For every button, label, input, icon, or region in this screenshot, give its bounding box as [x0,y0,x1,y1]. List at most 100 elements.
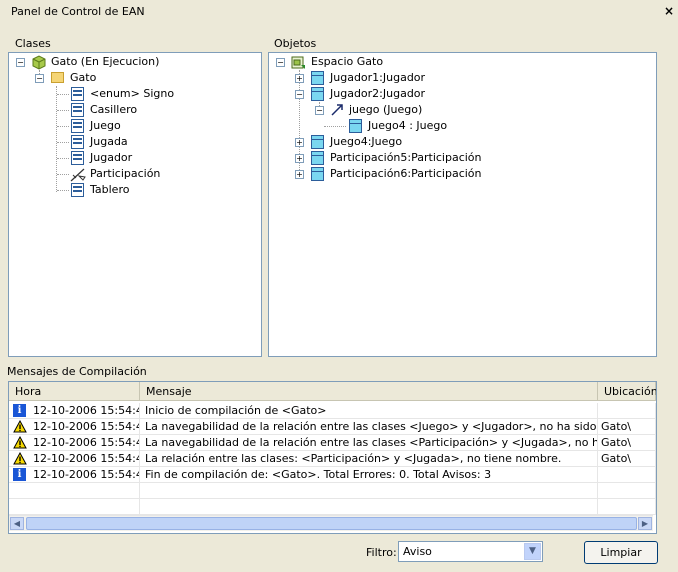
collapse-icon[interactable]: − [315,106,324,115]
tree-node-label: Jugada [90,135,128,148]
object-icon [349,119,362,133]
filtro-select[interactable]: Aviso ▼ [398,541,543,562]
expand-icon[interactable]: + [295,138,304,147]
package-icon [31,55,46,70]
tree-node-object[interactable]: + Jugador1:Jugador [269,70,654,86]
class-icon [71,87,84,101]
tree-node-label: Participación [90,167,161,180]
collapse-icon[interactable]: − [35,74,44,83]
tree-node-label: Jugador2:Jugador [330,87,426,100]
tree-node-label: Jugador [90,151,133,164]
warning-icon [13,435,27,449]
tree-node-class[interactable]: <enum> Signo [9,86,259,102]
tree-node-link[interactable]: − juego (Juego) [269,102,654,118]
info-icon: i [13,468,26,481]
hora-cell: 12-10-2006 15:54:46 [33,468,140,481]
warning-icon [13,419,27,433]
object-icon [311,135,324,149]
chevron-down-icon[interactable]: ▼ [524,543,541,560]
space-icon [291,55,305,69]
tree-node-class[interactable]: Casillero [9,102,259,118]
class-icon [71,151,84,165]
info-icon: i [13,404,26,417]
class-icon [71,119,84,133]
objetos-tree[interactable]: − Espacio Gato + Jugador1:Jugador − Juga… [268,52,657,357]
horizontal-scrollbar[interactable]: ◀ ▶ [9,515,653,531]
column-header-hora[interactable]: Hora [9,382,140,401]
column-header-mensaje[interactable]: Mensaje [140,382,598,401]
warning-icon [13,451,27,465]
filtro-value: Aviso [403,545,432,558]
collapse-icon[interactable]: − [295,90,304,99]
tree-node-object[interactable]: + Participación6:Participación [269,166,654,182]
window-title: Panel de Control de EAN [11,5,145,18]
tree-node-label: Juego4:Juego [330,135,403,148]
ubicacion-cell: Gato\ [598,451,656,467]
table-row-empty [9,499,656,515]
tree-node-class[interactable]: Jugador [9,150,259,166]
close-icon[interactable]: × [664,4,674,18]
tree-node-root[interactable]: − Gato (En Ejecucion) [9,54,259,70]
mensajes-label: Mensajes de Compilación [7,365,147,378]
table-row[interactable]: 12-10-2006 15:54:45 La navegabilidad de … [9,435,656,451]
table-row[interactable]: i 12-10-2006 15:54:46 Fin de compilación… [9,467,656,483]
ubicacion-cell [598,467,656,483]
tree-node-root[interactable]: − Espacio Gato [269,54,654,70]
tree-node-class[interactable]: Jugada [9,134,259,150]
tree-node-object[interactable]: Juego4 : Juego [269,118,654,134]
expand-icon[interactable]: + [295,154,304,163]
expand-icon[interactable]: + [295,170,304,179]
tree-node-label: Juego4 : Juego [368,119,448,132]
association-icon [70,167,86,182]
ubicacion-cell [598,403,656,419]
link-arrow-icon [330,103,343,117]
class-icon [71,183,84,197]
table-row[interactable]: 12-10-2006 15:54:45 La navegabilidad de … [9,419,656,435]
ubicacion-cell: Gato\ [598,435,656,451]
object-icon [311,167,324,181]
tree-node-label: juego (Juego) [349,103,423,116]
limpiar-button[interactable]: Limpiar [584,541,658,564]
hora-cell: 12-10-2006 15:54:45 [33,452,140,465]
hora-cell: 12-10-2006 15:54:45 [33,436,140,449]
column-header-ubicacion[interactable]: Ubicación [598,382,656,401]
tree-node-object[interactable]: − Jugador2:Jugador [269,86,654,102]
object-icon [311,71,324,85]
tree-node-label: Espacio Gato [311,55,384,68]
tree-node-label: Gato [70,71,97,84]
mensaje-cell: La relación entre las clases: <Participa… [140,451,598,467]
tree-node-label: Participación6:Participación [330,167,482,180]
scroll-left-icon[interactable]: ◀ [10,517,24,530]
scroll-right-icon[interactable]: ▶ [638,517,652,530]
object-icon [311,151,324,165]
class-icon [71,135,84,149]
mensaje-cell: La navegabilidad de la relación entre la… [140,419,598,435]
collapse-icon[interactable]: − [276,58,285,67]
messages-table[interactable]: Hora Mensaje Ubicación i 12-10-2006 15:5… [8,381,657,534]
mensaje-cell: Fin de compilación de: <Gato>. Total Err… [140,467,598,483]
tree-node-class[interactable]: Juego [9,118,259,134]
tree-node-label: Participación5:Participación [330,151,482,164]
tree-node-folder[interactable]: − Gato [9,70,259,86]
tree-node-object[interactable]: + Juego4:Juego [269,134,654,150]
clases-label: Clases [15,37,51,50]
mensaje-cell: La navegabilidad de la relación entre la… [140,435,598,451]
collapse-icon[interactable]: − [16,58,25,67]
scroll-thumb[interactable] [26,517,637,530]
expand-icon[interactable]: + [295,74,304,83]
table-row[interactable]: i 12-10-2006 15:54:45 Inicio de compilac… [9,403,656,419]
tree-node-association[interactable]: Participación [9,166,259,182]
hora-cell: 12-10-2006 15:54:45 [33,420,140,433]
table-row[interactable]: 12-10-2006 15:54:45 La relación entre la… [9,451,656,467]
tree-node-label: Jugador1:Jugador [330,71,426,84]
hora-cell: 12-10-2006 15:54:45 [33,404,140,417]
tree-node-label: Tablero [90,183,130,196]
objetos-label: Objetos [274,37,317,50]
tree-node-object[interactable]: + Participación5:Participación [269,150,654,166]
tree-node-label: <enum> Signo [90,87,175,100]
tree-node-class[interactable]: Tablero [9,182,259,198]
folder-icon [51,72,64,83]
clases-tree[interactable]: − Gato (En Ejecucion) − Gato <enum> Sign… [8,52,262,357]
class-icon [71,103,84,117]
ubicacion-cell: Gato\ [598,419,656,435]
